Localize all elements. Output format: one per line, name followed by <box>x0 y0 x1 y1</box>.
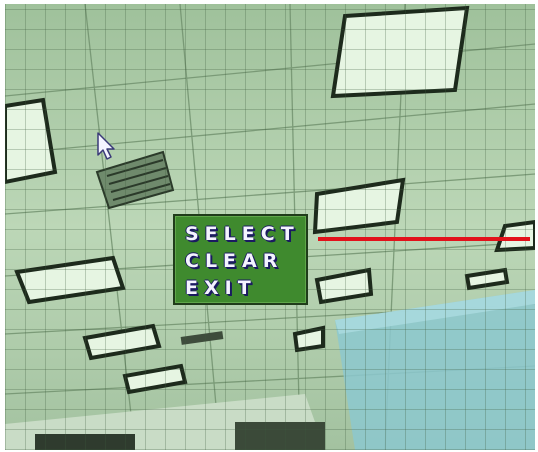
ceiling-light-panel <box>330 5 470 99</box>
selection-line <box>318 237 530 241</box>
menu-item-exit[interactable]: EXIT <box>185 275 306 302</box>
menu-item-select[interactable]: SELECT <box>185 221 306 248</box>
doorway <box>35 434 135 450</box>
ceiling-light-panel <box>292 325 325 353</box>
osd-menu: SELECT CLEAR EXIT <box>173 214 308 305</box>
menu-item-clear[interactable]: CLEAR <box>185 248 306 275</box>
mouse-pointer-icon <box>97 132 115 160</box>
doorway <box>235 422 325 450</box>
